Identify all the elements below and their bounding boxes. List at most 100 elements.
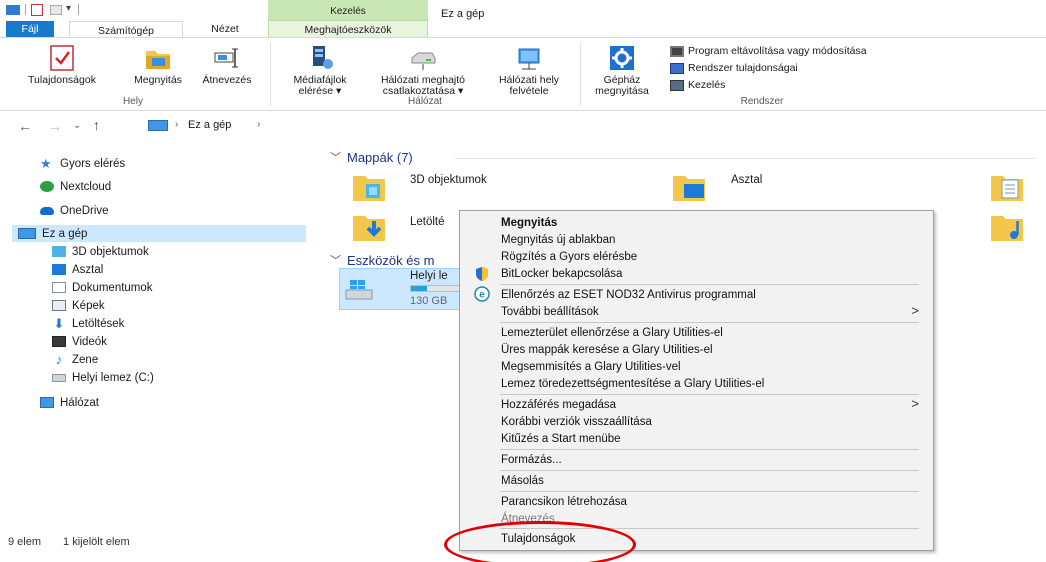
disk-usage-bar	[410, 285, 466, 292]
address-bar[interactable]: › Ez a gép ›	[112, 116, 442, 134]
recent-locations-icon[interactable]: ⌄	[73, 120, 81, 131]
open-ribbon-label: Megnyitás	[134, 74, 182, 86]
nav-label: OneDrive	[60, 204, 109, 217]
nav-local-disk[interactable]: Helyi lemez (C:)	[52, 369, 154, 386]
nav-downloads[interactable]: ⬇ Letöltések	[52, 315, 125, 332]
folder-music-icon	[991, 216, 1023, 241]
menu-item-open-new-window[interactable]: Megnyitás új ablakban	[501, 232, 615, 248]
nav-onedrive[interactable]: OneDrive	[40, 202, 109, 219]
map-network-drive-button[interactable]: Hálózati meghajtó csatlakoztatása ▾	[362, 44, 484, 97]
new-folder-quick-icon[interactable]	[50, 5, 62, 15]
folder-documents[interactable]	[990, 172, 1024, 205]
back-icon[interactable]: ←	[18, 118, 32, 134]
document-icon	[52, 282, 66, 293]
menu-item-glary-empty-folders[interactable]: Üres mappák keresése a Glary Utilities-e…	[501, 342, 713, 358]
tab-view[interactable]: Nézet	[195, 20, 255, 38]
up-icon[interactable]: ↑	[93, 117, 100, 133]
nav-label: Zene	[72, 353, 99, 366]
nav-label: Képek	[72, 299, 105, 312]
nav-documents[interactable]: Dokumentumok	[52, 279, 153, 296]
properties-ribbon-button[interactable]: Tulajdonságok	[6, 44, 118, 86]
star-icon: ★	[40, 156, 52, 171]
folder-desktop-label: Asztal	[731, 174, 763, 186]
menu-item-bitlocker[interactable]: BitLocker bekapcsolása	[501, 266, 622, 282]
context-tab-label: Kezelés	[330, 6, 366, 17]
nav-nextcloud[interactable]: Nextcloud	[40, 178, 111, 195]
menu-item-glary-defrag[interactable]: Lemez töredezettségmentesítése a Glary U…	[501, 376, 764, 392]
nav-music[interactable]: ♪ Zene	[52, 351, 98, 368]
network-icon	[40, 397, 54, 408]
nav-this-pc[interactable]: Ez a gép	[18, 225, 87, 242]
menu-separator	[500, 322, 919, 323]
folders-group-header[interactable]: ﹀ Mappák (7)	[330, 149, 413, 165]
menu-item-give-access[interactable]: Hozzáférés megadása	[501, 397, 616, 413]
menu-item-open[interactable]: Megnyitás	[501, 215, 557, 231]
add-network-location-button[interactable]: Hálózati hely felvétele	[486, 44, 572, 97]
quick-access-separator: |	[24, 3, 27, 15]
open-ribbon-button[interactable]: Megnyitás	[124, 44, 192, 86]
customize-quick-access-icon[interactable]: ▾	[66, 3, 71, 14]
menu-item-pin-quick-access[interactable]: Rögzítés a Gyors elérésbe	[501, 249, 637, 265]
context-menu: Megnyitás Megnyitás új ablakban Rögzítés…	[459, 210, 934, 551]
nav-label: Nextcloud	[60, 180, 112, 193]
eset-icon: e	[474, 286, 490, 302]
folder-3d-label: 3D objektumok	[410, 174, 487, 186]
menu-item-create-shortcut[interactable]: Parancsikon létrehozása	[501, 494, 627, 510]
folder-downloads[interactable]	[352, 212, 386, 245]
svg-text:e: e	[479, 290, 485, 301]
menu-separator	[500, 470, 919, 471]
rename-ribbon-button[interactable]: Átnevezés	[194, 44, 260, 86]
nav-pictures[interactable]: Képek	[52, 297, 105, 314]
status-bar: 9 elem 1 kijelölt elem	[8, 536, 130, 548]
menu-item-copy[interactable]: Másolás	[501, 473, 544, 489]
menu-item-glary-disk-check[interactable]: Lemezterület ellenőrzése a Glary Utiliti…	[501, 325, 723, 341]
menu-item-more-settings[interactable]: További beállítások	[501, 304, 599, 320]
ribbon-group-location: Hely	[122, 96, 143, 107]
nav-label: Dokumentumok	[72, 281, 153, 294]
pictures-icon	[52, 300, 66, 311]
uninstall-program-button[interactable]: Program eltávolítása vagy módosítása	[670, 44, 867, 58]
system-properties-button[interactable]: Rendszer tulajdonságai	[670, 61, 798, 75]
title-bar	[0, 0, 1046, 20]
nextcloud-icon	[40, 181, 54, 192]
rename-icon	[214, 48, 238, 68]
menu-item-glary-shred[interactable]: Megsemmisítés a Glary Utilities-vel	[501, 359, 681, 375]
window-icon[interactable]	[6, 5, 20, 15]
nav-label: Letöltések	[72, 317, 125, 330]
submenu-arrow-icon: >	[911, 303, 919, 318]
breadcrumb-this-pc[interactable]: Ez a gép	[188, 119, 231, 131]
devices-group-header[interactable]: ﹀ Eszközök és m	[330, 252, 434, 268]
nav-videos[interactable]: Videók	[52, 333, 107, 350]
desktop-icon	[52, 264, 66, 275]
folder-music[interactable]	[990, 212, 1024, 245]
menu-item-pin-start[interactable]: Kitűzés a Start menübe	[501, 431, 621, 447]
nav-desktop[interactable]: Asztal	[52, 261, 103, 278]
manage-button[interactable]: Kezelés	[670, 78, 725, 92]
devices-header-label: Eszközök és m	[347, 252, 435, 268]
annotation-circle	[444, 521, 636, 562]
folder-downloads-label: Letölté	[410, 216, 445, 228]
media-access-button[interactable]: Médiafájlok elérése ▾	[278, 44, 362, 97]
chevron-down-icon: ﹀	[330, 255, 341, 267]
tab-file[interactable]: Fájl	[6, 21, 54, 37]
tab-drive-tools[interactable]: Meghajtóeszközök	[268, 20, 428, 38]
properties-quick-icon[interactable]	[31, 4, 43, 16]
manage-icon	[670, 79, 684, 91]
folder-3d-objects[interactable]	[352, 172, 386, 205]
nav-3d-objects[interactable]: 3D objektumok	[52, 243, 149, 260]
menu-separator	[500, 284, 919, 285]
breadcrumb-chevron-icon[interactable]: ›	[257, 119, 260, 130]
folder-desktop[interactable]	[672, 172, 706, 205]
menu-separator	[500, 491, 919, 492]
this-pc-address-icon	[148, 120, 168, 131]
nav-network[interactable]: Hálózat	[40, 394, 99, 411]
menu-item-format[interactable]: Formázás...	[501, 452, 562, 468]
nav-quick-access[interactable]: ★ Gyors elérés	[40, 155, 125, 172]
computer-icon	[18, 228, 36, 239]
menu-item-eset-scan[interactable]: Ellenőrzés az ESET NOD32 Antivirus progr…	[501, 287, 756, 303]
open-settings-button[interactable]: Gépház megnyitása	[584, 44, 660, 97]
forward-icon[interactable]: →	[48, 118, 62, 134]
uninstall-icon	[670, 45, 684, 57]
submenu-arrow-icon: >	[911, 396, 919, 411]
menu-item-restore-versions[interactable]: Korábbi verziók visszaállítása	[501, 414, 652, 430]
